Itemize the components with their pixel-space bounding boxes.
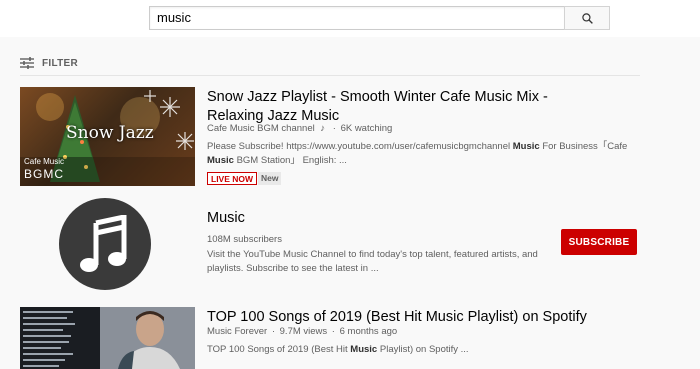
playlist-lines <box>23 311 75 367</box>
filter-icon <box>20 57 34 69</box>
desc-text: TOP 100 Songs of 2019 (Best Hit <box>207 344 351 355</box>
description-line: Please Subscribe! https://www.youtube.co… <box>207 140 637 154</box>
video-description: Please Subscribe! https://www.youtube.co… <box>207 140 637 168</box>
video-meta: Music Forever · 9.7M views · 6 months ag… <box>207 325 587 338</box>
playlist-panel <box>20 307 100 369</box>
search-input[interactable]: music <box>149 6 565 30</box>
filter-button[interactable]: FILTER <box>20 55 78 71</box>
music-note-icon: ♪ <box>320 123 326 134</box>
channel-name[interactable]: Cafe Music BGM channel <box>207 123 315 134</box>
desc-highlight: Music <box>350 344 378 355</box>
separator: · <box>271 326 275 337</box>
channel-description: Visit the YouTube Music Channel to find … <box>207 248 547 276</box>
channel-logo-top: Cafe Music <box>24 157 65 166</box>
channel-avatar[interactable] <box>59 198 151 290</box>
separator: · <box>332 123 336 134</box>
watching-count: 6K watching <box>340 123 393 134</box>
music-note-icon <box>80 215 127 272</box>
desc-text: Please Subscribe! https://www.youtube.co… <box>207 141 513 152</box>
live-now-badge: LIVE NOW <box>207 172 258 185</box>
new-badge: New <box>258 172 282 185</box>
description-line: playlists. Subscribe to see the latest i… <box>207 263 379 274</box>
thumbnail-title-text: Snow Jazz <box>66 123 154 143</box>
desc-text: Playlist) on Spotify ... <box>377 344 469 355</box>
video-thumbnail[interactable]: Snow Jazz Cafe Music BGMC <box>20 87 195 186</box>
video-thumbnail[interactable] <box>20 307 195 369</box>
channel-title[interactable]: Music <box>207 209 245 228</box>
filter-label: FILTER <box>42 57 79 69</box>
video-title[interactable]: Snow Jazz Playlist - Smooth Winter Cafe … <box>207 88 607 126</box>
view-count: 9.7M views <box>279 326 328 337</box>
artist-photo <box>100 307 195 369</box>
description-line: Music BGM Station」 English: ... <box>207 154 637 168</box>
subscriber-count: 108M subscribers <box>207 234 282 245</box>
separator: · <box>331 326 335 337</box>
search-icon <box>581 12 593 24</box>
divider <box>20 75 640 76</box>
video-description: TOP 100 Songs of 2019 (Best Hit Music Pl… <box>207 343 637 357</box>
desc-text: BGM Station」 English: ... <box>233 155 347 166</box>
upload-age: 6 months ago <box>339 326 398 337</box>
search-button[interactable] <box>564 6 610 30</box>
subscribe-button[interactable]: SUBSCRIBE <box>561 229 637 255</box>
video-meta: Cafe Music BGM channel ♪ · 6K watching <box>207 122 587 135</box>
desc-text: For Business「Cafe <box>539 141 628 152</box>
desc-highlight: Music <box>512 141 540 152</box>
top-bar: music <box>0 0 700 37</box>
desc-highlight: Music <box>207 155 234 166</box>
channel-logo-bottom: BGMC <box>24 167 64 181</box>
channel-name[interactable]: Music Forever <box>207 326 267 337</box>
description-line: Visit the YouTube Music Channel to find … <box>207 249 538 260</box>
